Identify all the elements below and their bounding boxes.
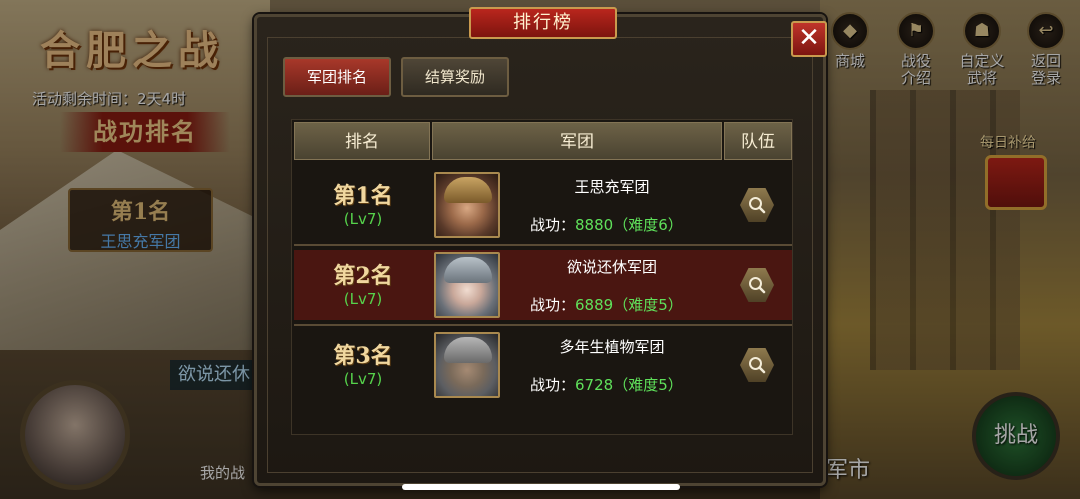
level-label: (Lv7) [343,290,383,308]
leaderboard-modal: 排行榜 ✕ 军团排名 结算奖励 排名 军团 队伍 第1名 (Lv7) 王思充军团… [254,7,827,486]
table-row: 第3名 (Lv7) 多年生植物军团 战功：6728（难度5） [294,330,792,400]
legion-name: 王思充军团 [574,178,650,196]
table-header: 排名 军团 队伍 [294,122,792,160]
rank-label: 第1名 [333,183,393,209]
tab-settlement-rewards[interactable]: 结算奖励 [401,57,509,97]
header-legion: 军团 [432,122,722,160]
tab-legion-ranking[interactable]: 军团排名 [283,57,391,97]
rank-label: 第3名 [333,343,393,369]
table-row: 第2名 (Lv7) 欲说还休军团 战功：6889（难度5） [294,250,792,326]
legion-portrait [434,252,500,318]
legion-name: 多年生植物军团 [559,338,665,356]
table-row: 第1名 (Lv7) 王思充军团 战功：8880（难度6） [294,170,792,246]
close-icon: ✕ [798,23,820,53]
header-team: 队伍 [724,122,792,160]
legion-name: 欲说还休军团 [566,258,657,276]
legion-portrait [434,332,500,398]
merit-value: 战功：6728（难度5） [530,376,683,394]
merit-value: 战功：8880（难度6） [530,216,683,234]
inspect-team-button[interactable] [740,348,774,382]
ranking-table: 排名 军团 队伍 第1名 (Lv7) 王思充军团 战功：8880（难度6） 第2… [291,119,793,435]
home-indicator[interactable] [402,484,680,490]
search-icon [749,357,766,374]
inspect-team-button[interactable] [740,188,774,222]
level-label: (Lv7) [343,210,383,228]
inspect-team-button[interactable] [740,268,774,302]
close-button[interactable]: ✕ [791,21,827,57]
rank-label: 第2名 [333,263,393,289]
legion-portrait [434,172,500,238]
search-icon [749,197,766,214]
merit-value: 战功：6889（难度5） [530,296,683,314]
modal-title: 排行榜 [469,7,617,39]
level-label: (Lv7) [343,370,383,388]
search-icon [749,277,766,294]
header-rank: 排名 [294,122,430,160]
